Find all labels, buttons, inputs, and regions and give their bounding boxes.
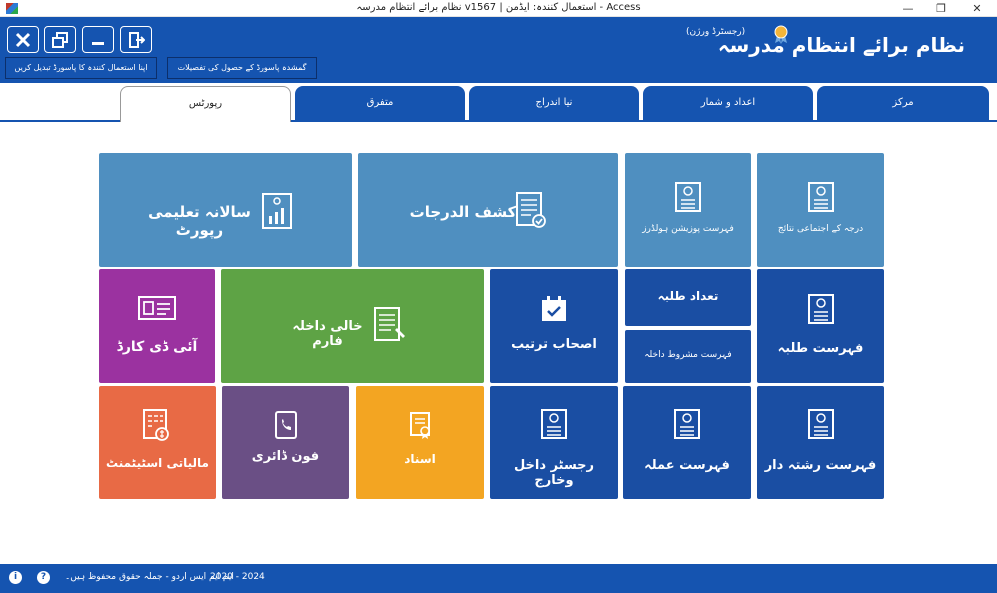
window-minimize-button[interactable]: — (893, 1, 923, 16)
tab-reports[interactable]: رپورٹس (120, 86, 291, 122)
certificate-doc-icon (808, 409, 834, 439)
minimize-icon (92, 42, 104, 45)
tile-staff-list[interactable]: فہرست عملہ (623, 386, 751, 499)
footer-copyright: ایم ایم ایس اردو - جملہ حقوق محفوظ ہیں۔ (65, 572, 234, 582)
tile-position-holders-label: فہرست پوزیشن ہولڈرز (642, 224, 734, 234)
close-icon (15, 32, 31, 48)
tile-marksheet[interactable]: کشف الدرجات (358, 153, 618, 267)
tile-id-card[interactable]: آئی ڈی کارڈ (99, 269, 215, 383)
marksheet-icon (516, 192, 546, 228)
tile-student-count[interactable]: تعداد طلبہ (625, 269, 751, 326)
form-icon (374, 307, 405, 341)
report-book-icon (262, 193, 292, 229)
tab-new-entry[interactable]: نیا اندراج (469, 86, 639, 122)
tile-id-card-label: آئی ڈی کارڈ (116, 339, 198, 355)
tile-class-results-label: درجہ کے اجتماعی نتائج (777, 224, 864, 234)
tile-student-count-label: تعداد طلبہ (657, 289, 719, 303)
tile-class-results[interactable]: درجہ کے اجتماعی نتائج (757, 153, 884, 267)
tile-financial-statement-label: مالیاتی اسٹیٹمنٹ (106, 456, 209, 470)
title-bar: Access - استعمال کنندہ: ایڈمن | v1567 نظ… (0, 0, 997, 17)
tile-blank-admission-form[interactable]: خالی داخلہ فارم (221, 269, 484, 383)
tile-phone-diary[interactable]: فون ڈائری (222, 386, 349, 499)
certificate-doc-icon (675, 182, 701, 212)
certificate-doc-icon (808, 182, 834, 212)
exit-icon (129, 32, 146, 48)
finance-icon (143, 409, 169, 441)
tile-conditional-admission-label: فہرست مشروط داخلہ (644, 350, 732, 360)
tile-relatives-list-label: فہرست رشتہ دار (764, 458, 877, 473)
tile-relatives-list[interactable]: فہرست رشتہ دار (757, 386, 884, 499)
id-card-icon (138, 296, 176, 320)
window-title: Access - استعمال کنندہ: ایڈمن | v1567 نظ… (356, 2, 641, 13)
tile-student-list[interactable]: فہرست طلبہ (757, 269, 884, 383)
tile-position-holders[interactable]: فہرست پوزیشن ہولڈرز (625, 153, 751, 267)
tile-annual-report[interactable]: سالانہ تعلیمی رپورٹ (99, 153, 352, 267)
tab-misc[interactable]: متفرق (295, 86, 465, 122)
tile-admission-register-label: رجسٹر داخل وخارج (513, 458, 595, 488)
help-icon[interactable]: ? (37, 571, 50, 584)
certificate-doc-icon (808, 294, 834, 324)
certificate-icon (410, 412, 430, 439)
brand-title: نظام برائے انتظام مدرسہ (717, 33, 965, 57)
tile-staff-list-label: فہرست عملہ (644, 458, 730, 473)
tab-markaz[interactable]: مرکز (817, 86, 989, 122)
minimize-app-button[interactable] (82, 26, 114, 53)
window-close-button[interactable]: ✕ (962, 1, 992, 16)
tile-conditional-admission[interactable]: فہرست مشروط داخلہ (625, 330, 751, 383)
certificate-doc-icon (541, 409, 567, 439)
change-password-link[interactable]: اپنا استعمال کنندہ کا پاسورڈ تبدیل کریں (5, 57, 157, 79)
info-icon[interactable]: i (9, 571, 22, 584)
exit-app-button[interactable] (120, 26, 152, 53)
tile-student-list-label: فہرست طلبہ (777, 341, 864, 356)
calendar-check-icon (542, 296, 566, 321)
window-restore-button[interactable]: ❐ (926, 1, 956, 16)
tile-annual-report-label: سالانہ تعلیمی رپورٹ (148, 203, 251, 239)
tab-statistics[interactable]: اعداد و شمار (643, 86, 813, 122)
forgot-password-link[interactable]: گمشدہ پاسورڈ کے حصول کی تفصیلات (167, 57, 317, 79)
tile-ashab-tarteeb-label: اصحاب ترتیب (511, 337, 597, 352)
tile-financial-statement[interactable]: مالیاتی اسٹیٹمنٹ (99, 386, 216, 499)
tile-blank-admission-form-label: خالی داخلہ فارم (292, 319, 363, 349)
tile-admission-register[interactable]: رجسٹر داخل وخارج (490, 386, 618, 499)
restore-icon (52, 32, 68, 48)
certificate-doc-icon (674, 409, 700, 439)
footer-years: 2020 - 2024 (210, 572, 265, 582)
app-header: اپنا استعمال کنندہ کا پاسورڈ تبدیل کریں … (0, 17, 997, 83)
tile-ashab-tarteeb[interactable]: اصحاب ترتیب (490, 269, 618, 383)
footer: i ? ایم ایم ایس اردو - جملہ حقوق محفوظ ہ… (0, 564, 997, 593)
restore-app-button[interactable] (44, 26, 76, 53)
tile-certificate-label: اسناد (404, 452, 436, 466)
main-tabs: مرکز اعداد و شمار نیا اندراج متفرق رپورٹ… (0, 84, 997, 122)
app-window: Access - استعمال کنندہ: ایڈمن | v1567 نظ… (0, 0, 997, 593)
tile-marksheet-label: کشف الدرجات (409, 203, 517, 221)
tile-certificate[interactable]: اسناد (356, 386, 484, 499)
tile-phone-diary-label: فون ڈائری (251, 449, 320, 464)
phone-book-icon (275, 411, 297, 439)
close-app-button[interactable] (7, 26, 39, 53)
